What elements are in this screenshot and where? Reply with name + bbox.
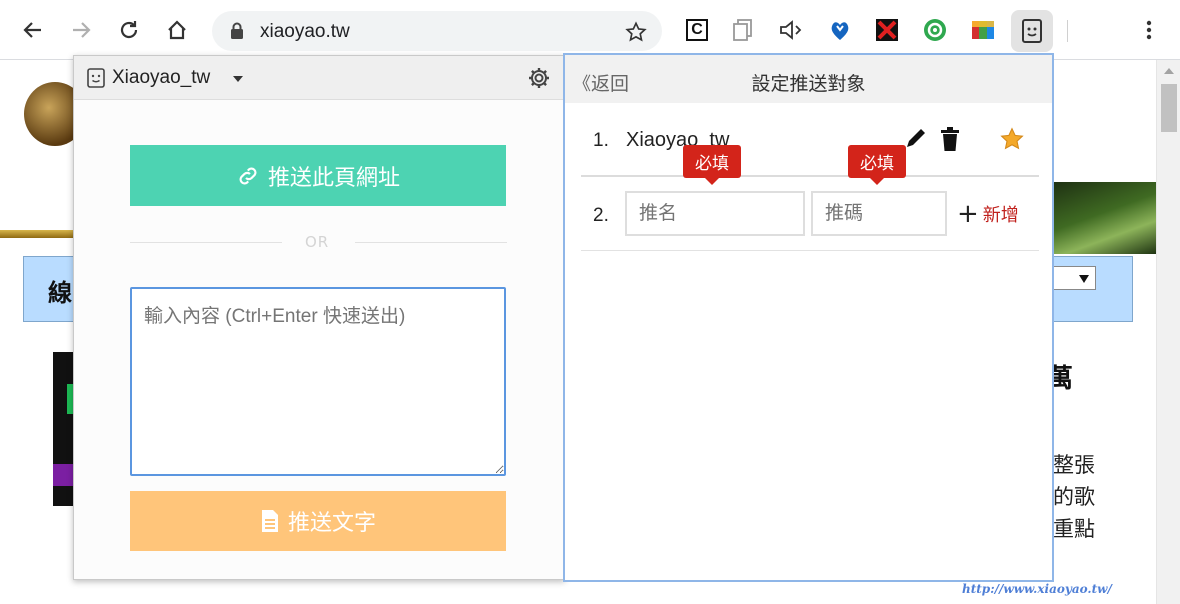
gear-badge-icon[interactable]	[920, 15, 950, 45]
push-code-input[interactable]	[811, 191, 947, 236]
scroll-up-arrow-icon[interactable]	[1164, 68, 1174, 74]
add-label: 新增	[982, 205, 1019, 226]
popup-header: Xiaoyao_tw	[74, 56, 564, 100]
lock-icon	[231, 22, 243, 39]
required-tooltip: 必填	[683, 145, 741, 185]
nav-label: 線	[48, 279, 72, 307]
trash-icon[interactable]	[939, 127, 961, 153]
account-selector[interactable]: Xiaoyao_tw	[112, 67, 210, 89]
row-index: 1.	[593, 130, 609, 151]
speaker-icon[interactable]	[776, 15, 806, 45]
pushbullet-popup: Xiaoyao_tw 推送此頁網址 OR 推送文字	[73, 55, 565, 580]
copy-pages-icon[interactable]	[728, 15, 758, 45]
pencil-icon[interactable]	[903, 125, 929, 151]
push-name-input[interactable]	[625, 191, 805, 236]
add-target-button[interactable]: + 新增	[957, 201, 1019, 227]
pushbullet-face-icon[interactable]	[1011, 10, 1053, 52]
star-icon[interactable]	[999, 126, 1025, 152]
link-icon	[239, 167, 257, 184]
new-target-row: 2. + 新增	[581, 179, 1039, 251]
push-text-button[interactable]: 推送文字	[130, 491, 506, 551]
gear-icon[interactable]	[527, 66, 551, 90]
article-paragraph: 整張 的歌 重點	[1053, 449, 1095, 545]
gold-rule	[0, 230, 75, 238]
paragraph-line: 整張	[1053, 453, 1095, 477]
toolbar-divider	[1067, 20, 1068, 42]
reload-icon	[120, 21, 138, 39]
divider-left	[130, 242, 282, 243]
home-button[interactable]	[161, 14, 193, 46]
heart-shield-icon[interactable]	[825, 15, 855, 45]
required-tooltip: 必填	[848, 145, 906, 185]
c-extension-icon[interactable]: C	[682, 15, 712, 45]
leaf-image	[1050, 182, 1156, 254]
arrow-left-icon	[23, 22, 41, 38]
push-text-label: 推送文字	[287, 511, 376, 536]
kebab-menu-icon[interactable]	[1134, 15, 1164, 45]
account-face-icon	[87, 68, 105, 88]
paragraph-line: 重點	[1053, 517, 1095, 541]
row-index: 2.	[593, 205, 609, 226]
url-text: xiaoyao.tw	[260, 21, 350, 42]
color-blocks-icon[interactable]	[968, 15, 998, 45]
dropdown-arrow-icon	[1079, 275, 1089, 283]
home-icon	[168, 20, 186, 40]
address-bar[interactable]: xiaoyao.tw	[212, 11, 662, 51]
reload-button[interactable]	[113, 14, 145, 46]
target-row: 1. Xiaoyao_tw	[581, 119, 1039, 177]
phone-thumbnail	[53, 352, 75, 506]
chevron-down-icon[interactable]	[233, 76, 243, 82]
x-cross-icon[interactable]	[872, 15, 902, 45]
document-icon	[261, 510, 278, 532]
star-outline-icon[interactable]	[625, 21, 647, 43]
or-label: OR	[305, 233, 330, 251]
paragraph-line: 的歌	[1053, 485, 1095, 509]
panel-title: 設定推送對象	[751, 73, 866, 95]
plus-icon: +	[957, 199, 979, 229]
browser-toolbar: xiaoyao.tw C	[0, 0, 1180, 60]
watermark-url: http://www.xiaoyao.tw/	[962, 582, 1112, 596]
push-url-button[interactable]: 推送此頁網址	[130, 145, 506, 206]
arrow-right-icon	[73, 22, 91, 38]
page-scrollbar[interactable]	[1156, 60, 1180, 604]
target-settings-panel: 《返回 設定推送對象 1. Xiaoyao_tw 2. + 新增 必填 必填	[563, 53, 1054, 582]
panel-header: 《返回 設定推送對象	[565, 55, 1052, 103]
push-url-label: 推送此頁網址	[267, 165, 400, 191]
divider-right	[355, 242, 507, 243]
message-textarea[interactable]	[130, 287, 506, 476]
back-button[interactable]	[17, 14, 49, 46]
scroll-thumb[interactable]	[1161, 84, 1177, 132]
forward-button[interactable]	[65, 14, 97, 46]
